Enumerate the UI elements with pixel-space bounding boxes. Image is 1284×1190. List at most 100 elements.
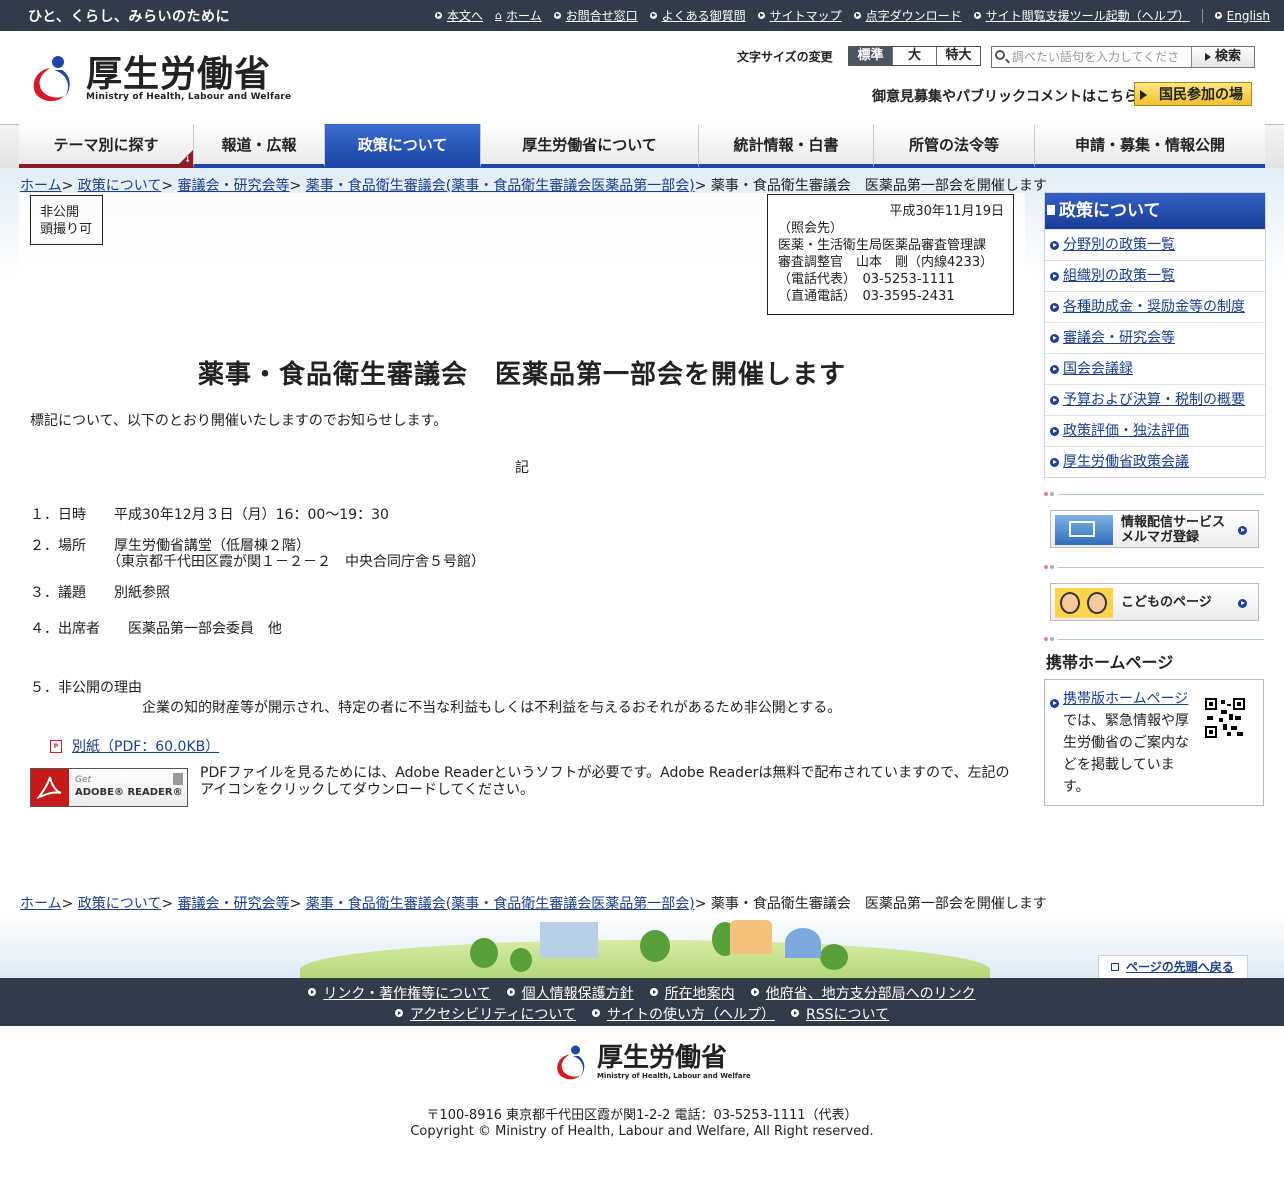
contact-link[interactable]: お問合せ窓口: [553, 7, 638, 24]
adobe-reader-text: ADOBE® READER®: [75, 787, 183, 798]
english-link[interactable]: English: [1214, 9, 1270, 23]
tree-illustration: [510, 948, 532, 972]
sidebar-item-budget[interactable]: 予算および決算・税制の概要: [1045, 384, 1265, 415]
contact-line: （電話代表） 03-5253-1111: [778, 272, 955, 287]
download-arrow-icon: [173, 773, 183, 785]
footer-link-privacy[interactable]: 個人情報保護方針: [506, 983, 634, 1003]
tree-illustration: [470, 938, 498, 968]
breadcrumb-policy[interactable]: 政策について: [78, 178, 162, 194]
arrow-bullet-icon: [434, 12, 442, 19]
site-logo[interactable]: 厚生労働省 Ministry of Health, Labour and Wel…: [28, 52, 291, 104]
mhlw-logo-icon: [33, 56, 70, 102]
item-agenda: ３．議題 別紙参照: [30, 585, 170, 601]
kids-page-banner[interactable]: こどものページ: [1050, 583, 1259, 621]
breadcrumb-home[interactable]: ホーム: [20, 896, 62, 912]
sidebar-title: 政策について: [1045, 193, 1265, 229]
item-date: １．日時 平成30年12月３日（月）16：00～19：30: [30, 507, 389, 523]
mhlw-logo-icon: [557, 1045, 585, 1080]
divider: [1044, 637, 1264, 642]
sidebar-item-by-organization[interactable]: 組織別の政策一覧: [1045, 260, 1265, 291]
footer-links-row: アクセシビリティについて サイトの使い方（ヘルプ） RSSについて: [0, 1004, 1284, 1024]
tree-illustration: [820, 944, 848, 970]
arrow-bullet-icon: [757, 12, 765, 19]
mobile-heading: 携帯ホームページ: [1046, 653, 1174, 672]
font-size-xlarge-button[interactable]: 特大: [936, 47, 980, 65]
font-size-large-button[interactable]: 大: [892, 47, 936, 65]
pdf-attachment-link[interactable]: P 別紙（PDF：60.0KB）: [50, 736, 219, 756]
mobile-box: 携帯版ホームページでは、緊急情報や厚生労働省のご案内などを掲載しています。: [1044, 679, 1264, 806]
breadcrumb-policy[interactable]: 政策について: [78, 896, 162, 912]
nav-laws[interactable]: 所管の法令等: [874, 124, 1035, 168]
contact-line: 審査調整官 山本 剛（内線4233）: [778, 255, 994, 270]
search-button[interactable]: 検索: [1191, 47, 1254, 67]
mobile-link[interactable]: 携帯版ホームページ: [1063, 691, 1188, 707]
breadcrumb-council[interactable]: 薬事・食品衛生審議会(薬事・食品衛生審議会医薬品第一部会): [306, 178, 695, 194]
search-box: 検索: [991, 46, 1255, 68]
sitemap-link[interactable]: サイトマップ: [757, 7, 842, 24]
mail-icon: [1055, 515, 1113, 545]
building-illustration: [540, 922, 598, 958]
footer-copyright: Copyright © Ministry of Health, Labour a…: [410, 1124, 874, 1139]
nav-theme[interactable]: テーマ別に探す ↓: [19, 124, 194, 168]
mail-magazine-banner[interactable]: 情報配信サービス メルマガ登録: [1050, 510, 1259, 548]
arrow-bullet-icon: [853, 12, 861, 19]
font-size-normal-button[interactable]: 標準: [849, 47, 892, 65]
banner-label: メルマガ登録: [1121, 530, 1200, 545]
banner-label: 情報配信サービス: [1121, 515, 1226, 530]
footer-link-rss[interactable]: RSSについて: [790, 1004, 889, 1024]
top-links: 本文へ ⌂ ホーム お問合せ窓口 よくある御質問 サイトマップ 点字ダウンロード …: [423, 7, 1270, 24]
tree-illustration: [640, 930, 670, 962]
sidebar-item-councils[interactable]: 審議会・研究会等: [1045, 322, 1265, 353]
breadcrumb-councils[interactable]: 審議会・研究会等: [178, 896, 290, 912]
footer-link-copyright[interactable]: リンク・著作権等について: [308, 983, 491, 1003]
skip-to-content-link[interactable]: 本文へ: [434, 7, 483, 24]
footer-link-accessibility[interactable]: アクセシビリティについて: [394, 1004, 576, 1024]
footer-logo-title: 厚生労働省: [597, 1043, 728, 1073]
get-adobe-reader-button[interactable]: Get ADOBE® READER®: [30, 768, 188, 807]
breadcrumb-current: 薬事・食品衛生審議会 医薬品第一部会を開催します: [710, 178, 1047, 194]
adobe-logo-icon: [31, 769, 69, 806]
sidebar-menu: 政策について 分野別の政策一覧 組織別の政策一覧 各種助成金・奨励金等の制度 審…: [1044, 192, 1266, 478]
mobile-text: 携帯版ホームページでは、緊急情報や厚生労働省のご案内などを掲載しています。: [1063, 691, 1189, 795]
nav-applications[interactable]: 申請・募集・情報公開: [1035, 124, 1265, 168]
contact-line: （照会先）: [778, 221, 844, 236]
sidebar-item-subsidies[interactable]: 各種助成金・奨励金等の制度: [1045, 291, 1265, 322]
font-size-selector: 標準 大 特大: [848, 46, 981, 66]
top-bar: ひと、くらし、みらいのために 本文へ ⌂ ホーム お問合せ窓口 よくある御質問 サ…: [0, 0, 1284, 31]
faq-link[interactable]: よくある御質問: [649, 7, 746, 24]
contact-box: 平成30年11月19日 （照会先） 医薬・生活衛生局医薬品審査管理課 審査調整官…: [767, 194, 1014, 315]
footer-link-other-ministries[interactable]: 他府省、地方支分部局へのリンク: [750, 983, 976, 1003]
nav-policy[interactable]: 政策について: [325, 124, 481, 168]
search-icon: [995, 50, 1005, 60]
nav-statistics[interactable]: 統計情報・白書: [699, 124, 874, 168]
footer-link-help[interactable]: サイトの使い方（ヘルプ）: [591, 1004, 775, 1024]
item-address: （東京都千代田区霞が関１－２－２ 中央合同庁舎５号館）: [30, 554, 485, 570]
item-attendees: ４．出席者 医薬品第一部会委員 他: [30, 621, 282, 637]
page-title: 薬事・食品衛生審議会 医薬品第一部会を開催します: [197, 360, 846, 390]
breadcrumb-home[interactable]: ホーム: [20, 178, 62, 194]
braille-download-link[interactable]: 点字ダウンロード: [853, 7, 962, 24]
back-to-top-link[interactable]: ページの先頭へ戻る: [1098, 955, 1248, 978]
accessibility-tool-link[interactable]: サイト閲覧支援ツール起動（ヘルプ）: [973, 7, 1190, 24]
arrow-bullet-icon: [973, 12, 981, 19]
footer-links-row: リンク・著作権等について 個人情報保護方針 所在地案内 他府省、地方支分部局への…: [0, 983, 1284, 1003]
status-box: 非公開 頭撮り可: [30, 195, 103, 245]
item-reason-text: 企業の知的財産等が開示され、特定の者に不当な利益もしくは不利益を与えるおそれがあ…: [30, 700, 842, 716]
home-link[interactable]: ⌂ ホーム: [495, 7, 542, 24]
public-participation-button[interactable]: 国民参加の場: [1134, 82, 1252, 106]
breadcrumb-councils[interactable]: 審議会・研究会等: [178, 178, 290, 194]
arrow-bullet-icon: [649, 12, 657, 19]
footer-link-location[interactable]: 所在地案内: [649, 983, 735, 1003]
footer-logo: 厚生労働省 Ministry of Health, Labour and Wel…: [553, 1042, 751, 1082]
arrow-bullet-icon: [1214, 12, 1222, 19]
intro-text: 標記について、以下のとおり開催いたしますのでお知らせします。: [30, 413, 448, 429]
sidebar-item-by-field[interactable]: 分野別の政策一覧: [1045, 229, 1265, 260]
sidebar-item-evaluation[interactable]: 政策評価・独法評価: [1045, 415, 1265, 446]
breadcrumb-council[interactable]: 薬事・食品衛生審議会(薬事・食品衛生審議会医薬品第一部会): [306, 896, 695, 912]
sidebar-item-diet-records[interactable]: 国会会議録: [1045, 353, 1265, 384]
nav-press[interactable]: 報道・広報: [194, 124, 325, 168]
search-input[interactable]: [1012, 49, 1180, 65]
nav-about[interactable]: 厚生労働省について: [481, 124, 699, 168]
sidebar-item-policy-meeting[interactable]: 厚生労働省政策会議: [1045, 446, 1265, 477]
ki-heading: 記: [515, 460, 529, 476]
